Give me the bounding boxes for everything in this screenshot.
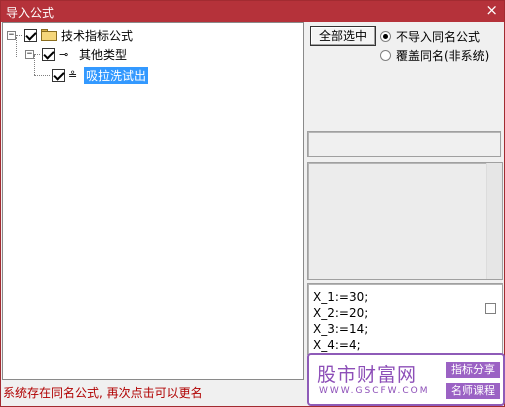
tree-checkbox[interactable] bbox=[24, 28, 37, 42]
watermark-logo: 股市财富网 WWW.GSCFW.COM 指标分享 名师课程 bbox=[307, 353, 505, 406]
formula-description-box[interactable] bbox=[307, 162, 503, 280]
code-line: X_4:=4; bbox=[313, 338, 361, 352]
code-line: X_3:=14; bbox=[313, 322, 369, 336]
window-title: 导入公式 bbox=[6, 6, 55, 20]
formula-code-box[interactable]: X_1:=30; X_2:=20; X_3:=14; X_4:=4; bbox=[307, 283, 503, 355]
folder-icon bbox=[41, 29, 57, 41]
option-overwrite-same-name[interactable]: 覆盖同名(非系统) bbox=[380, 47, 489, 64]
watermark-tag: 指标分享 bbox=[446, 362, 500, 378]
code-option-checkbox[interactable] bbox=[485, 303, 496, 314]
watermark-site-name: 股市财富网 bbox=[317, 364, 418, 386]
select-all-button[interactable]: 全部选中 bbox=[310, 26, 376, 46]
option-label: 覆盖同名(非系统) bbox=[396, 49, 490, 63]
watermark-tag: 名师课程 bbox=[446, 383, 500, 399]
option-no-import-same-name[interactable]: 不导入同名公式 bbox=[380, 28, 480, 45]
close-icon[interactable]: × bbox=[485, 2, 498, 19]
tree-item-label-selected[interactable]: 吸拉洗试出 bbox=[84, 66, 149, 84]
formula-name-field[interactable] bbox=[307, 131, 501, 157]
code-line: X_2:=20; bbox=[313, 306, 369, 320]
radio-button-checked[interactable] bbox=[380, 31, 391, 42]
tree-item-formula[interactable]: ≗ 吸拉洗试出 bbox=[34, 66, 149, 84]
title-bar[interactable]: 导入公式 × bbox=[1, 1, 504, 22]
watermark-site-url: WWW.GSCFW.COM bbox=[319, 386, 430, 396]
collapse-icon[interactable]: − bbox=[7, 30, 16, 40]
code-line: X_1:=30; bbox=[313, 290, 369, 304]
key-icon: ⊸ bbox=[59, 47, 69, 61]
tree-item-label: 技术指标公式 bbox=[61, 28, 134, 43]
tree-item-label: 其他类型 bbox=[79, 47, 128, 62]
vertical-scrollbar[interactable] bbox=[486, 163, 502, 279]
radio-button[interactable] bbox=[380, 50, 391, 61]
option-label: 不导入同名公式 bbox=[396, 30, 481, 44]
import-formula-dialog: 导入公式 × − 技术指标公式 − ⊸ 其他类型 ≗ 吸拉洗试出 全部选中 不导… bbox=[0, 0, 505, 407]
tree-item-technical-indicators[interactable]: − 技术指标公式 bbox=[7, 26, 133, 44]
formula-icon: ≗ bbox=[68, 68, 78, 82]
tree-checkbox[interactable] bbox=[52, 68, 65, 82]
tree-item-other-types[interactable]: − ⊸ 其他类型 bbox=[25, 45, 127, 63]
formula-tree[interactable]: − 技术指标公式 − ⊸ 其他类型 ≗ 吸拉洗试出 bbox=[2, 22, 304, 380]
tree-checkbox[interactable] bbox=[42, 47, 55, 61]
collapse-icon[interactable]: − bbox=[25, 49, 34, 59]
status-message: 系统存在同名公式, 再次点击可以更名 bbox=[3, 386, 203, 400]
